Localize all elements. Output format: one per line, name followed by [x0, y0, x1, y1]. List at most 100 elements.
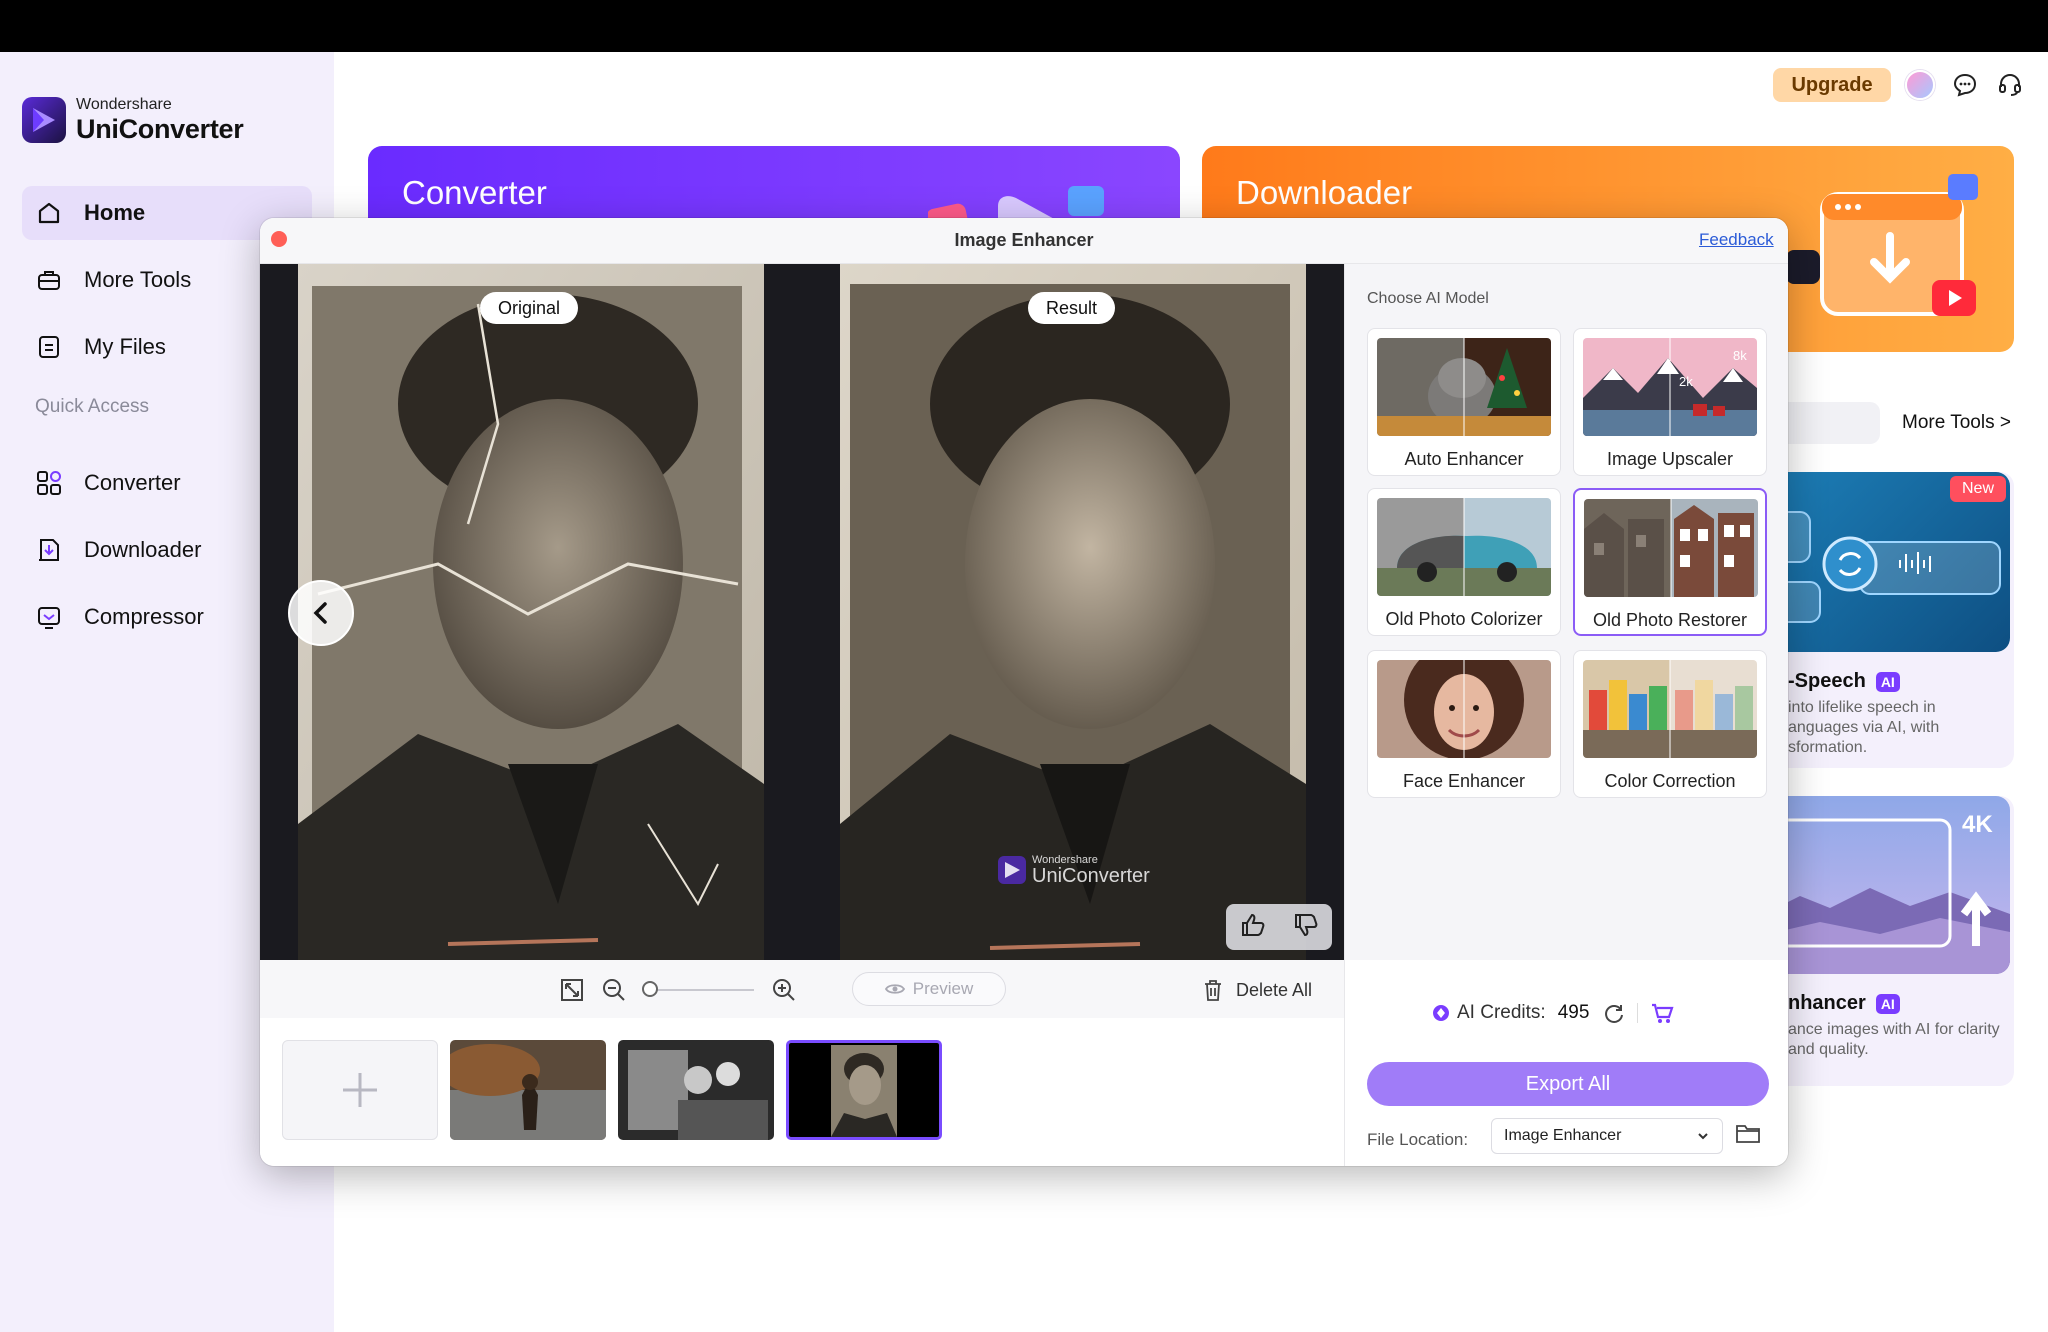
image-upscaler-preview: 8k 2k: [1583, 338, 1757, 436]
chevron-down-icon: [1698, 1133, 1708, 1140]
zoom-in-icon[interactable]: [770, 976, 798, 1004]
fit-screen-icon[interactable]: [558, 976, 586, 1004]
brand-vendor: Wondershare: [76, 96, 172, 113]
viewer-toolbar: Preview Delete All: [260, 960, 1344, 1018]
zoom-slider-handle[interactable]: [642, 981, 658, 997]
thumbs-up-icon[interactable]: [1239, 911, 1267, 944]
auto-enhancer-preview: [1377, 338, 1551, 436]
upgrade-button[interactable]: Upgrade: [1773, 68, 1891, 102]
support-headset-icon[interactable]: [1995, 70, 2025, 100]
speech-feature-desc: into lifelike speech in anguages via AI,…: [1788, 699, 1940, 756]
sidebar-item-label: Downloader: [84, 537, 202, 562]
original-photo: [298, 264, 764, 960]
refresh-icon[interactable]: [1603, 1002, 1625, 1024]
model-name: Color Correction: [1604, 771, 1736, 791]
model-face-enhancer[interactable]: Face Enhancer: [1367, 650, 1561, 798]
model-name: Old Photo Colorizer: [1385, 609, 1543, 629]
model-auto-enhancer[interactable]: Auto Enhancer: [1367, 328, 1561, 476]
model-old-photo-restorer[interactable]: Old Photo Restorer: [1573, 488, 1767, 636]
add-image-button[interactable]: [282, 1040, 438, 1140]
file-location-value: Image Enhancer: [1504, 1127, 1622, 1144]
brand-name: UniConverter: [76, 114, 244, 144]
open-folder-icon[interactable]: [1735, 1122, 1761, 1149]
model-color-correction[interactable]: Color Correction: [1573, 650, 1767, 798]
dialog-title: Image Enhancer: [954, 230, 1094, 250]
ai-credits: AI Credits: 495: [1431, 1002, 1674, 1024]
upscaler-8k-label: 8k: [1733, 348, 1747, 363]
downloader-card-title: Downloader: [1236, 174, 1413, 211]
ai-credits-value: 495: [1557, 1002, 1590, 1023]
thumbs-down-icon[interactable]: [1292, 911, 1320, 944]
uniconverter-logo-icon: [22, 97, 66, 143]
model-image-upscaler[interactable]: 8k 2k Image Upscaler: [1573, 328, 1767, 476]
face-enhancer-preview: [1377, 660, 1551, 758]
zoom-slider[interactable]: [650, 989, 754, 991]
image-viewer: Original Result Wondershare UniConverter: [260, 264, 1344, 960]
speech-feature-title: -Speech: [1788, 670, 1866, 692]
top-bar: [0, 0, 2048, 52]
chevron-left-icon: [313, 602, 327, 624]
previous-image-button[interactable]: [288, 580, 354, 646]
enhancer-feature-card[interactable]: 4K nhancer AI ance images with AI for cl…: [1760, 796, 2014, 1086]
ai-model-panel: Choose AI Model Auto Enhancer 8k 2k Image…: [1344, 264, 1788, 1166]
ai-badge: AI: [1875, 671, 1900, 692]
model-name: Auto Enhancer: [1404, 449, 1524, 469]
sidebar-item-label: Home: [84, 200, 146, 225]
credits-coin-icon: [1433, 1005, 1449, 1021]
plus-icon: [343, 1073, 377, 1107]
old-photo-restorer-preview: [1584, 499, 1758, 597]
avatar[interactable]: [1905, 70, 1935, 100]
delete-all-label: Delete All: [1236, 979, 1313, 1000]
fourk-label: 4K: [1962, 811, 1993, 838]
downloader-illustration-icon: [1786, 174, 1978, 316]
file-location-select[interactable]: Image Enhancer: [1491, 1118, 1723, 1154]
model-name: Image Upscaler: [1606, 449, 1734, 469]
model-old-photo-colorizer[interactable]: Old Photo Colorizer: [1367, 488, 1561, 636]
more-tools-link[interactable]: More Tools >: [1902, 412, 2011, 434]
chat-icon[interactable]: [1950, 70, 1980, 100]
thumbnail-portrait[interactable]: [786, 1040, 942, 1140]
home-icon: [34, 198, 64, 228]
color-correction-preview: [1583, 660, 1757, 758]
file-location-label: File Location:: [1367, 1130, 1469, 1149]
speech-feature-card[interactable]: -Speech AI into lifelike speech in angua…: [1760, 472, 2014, 768]
enhancer-feature-image: 4K: [1760, 796, 2010, 974]
export-all-button[interactable]: Export All: [1367, 1062, 1769, 1106]
compressor-icon: [34, 602, 64, 632]
thumbnail-dog[interactable]: [450, 1040, 606, 1140]
preview-button[interactable]: Preview: [852, 972, 1006, 1006]
eye-icon: [884, 984, 905, 994]
cart-icon[interactable]: [1650, 1002, 1674, 1024]
zoom-out-icon[interactable]: [600, 976, 628, 1004]
old-photo-colorizer-preview: [1377, 498, 1551, 596]
toolbox-icon: [34, 265, 64, 295]
converter-card-title: Converter: [402, 174, 547, 211]
original-label: Original: [480, 292, 579, 324]
sidebar-item-label: Converter: [84, 470, 181, 495]
converter-icon: [34, 468, 64, 498]
sidebar-item-label: Compressor: [84, 604, 204, 629]
files-icon: [34, 332, 64, 362]
delete-all-button[interactable]: Delete All: [1202, 978, 1312, 1002]
watermark: Wondershare UniConverter: [998, 854, 1150, 886]
watermark-name: UniConverter: [1032, 865, 1150, 887]
choose-model-label: Choose AI Model: [1367, 290, 1489, 307]
image-enhancer-dialog: Image Enhancer Feedback Original Result …: [260, 218, 1788, 1166]
model-name: Old Photo Restorer: [1592, 610, 1748, 630]
quick-access-label: Quick Access: [35, 396, 150, 417]
enhancer-feature-title: nhancer: [1788, 992, 1866, 1014]
preview-label: Preview: [912, 979, 974, 998]
upscaler-2k-label: 2k: [1679, 374, 1693, 389]
ai-badge: AI: [1875, 993, 1900, 1014]
watermark-logo-icon: [998, 856, 1026, 884]
trash-icon: [1205, 980, 1221, 1001]
model-name: Face Enhancer: [1402, 771, 1526, 791]
thumbnail-bw-group[interactable]: [618, 1040, 774, 1140]
downloader-icon: [34, 535, 64, 565]
result-label: Result: [1028, 292, 1116, 324]
ai-credits-label: AI Credits:: [1457, 1002, 1546, 1023]
dialog-header: Image Enhancer Feedback: [260, 218, 1788, 264]
feedback-link[interactable]: Feedback: [1699, 230, 1774, 250]
sidebar-item-label: More Tools: [84, 267, 192, 292]
brand[interactable]: Wondershare UniConverter: [22, 96, 244, 144]
